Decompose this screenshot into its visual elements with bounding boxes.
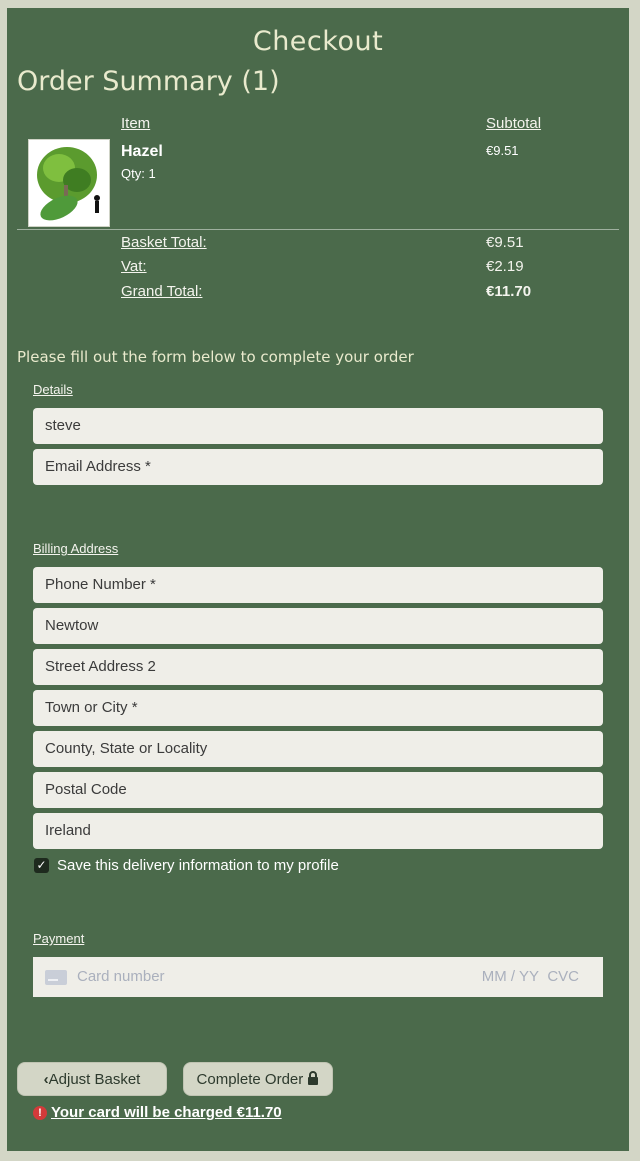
- charge-warning: ! Your card will be charged €11.70: [33, 1104, 282, 1121]
- order-summary-title: Order Summary (1): [17, 66, 280, 97]
- adjust-basket-label: Adjust Basket: [48, 1071, 141, 1088]
- full-name-field[interactable]: steve: [33, 408, 603, 444]
- product-image-hazel[interactable]: [28, 139, 110, 227]
- basket-total-label: Basket Total:: [121, 234, 207, 251]
- country-field[interactable]: Ireland: [33, 813, 603, 849]
- card-number-placeholder: Card number: [77, 968, 165, 985]
- page-title: Checkout: [252, 26, 384, 57]
- details-section-label: Details: [33, 382, 73, 397]
- county-field[interactable]: County, State or Locality: [33, 731, 603, 767]
- item-column-header: Item: [121, 115, 151, 132]
- checkmark-icon: ✓: [36, 858, 47, 872]
- town-city-field[interactable]: Town or City *: [33, 690, 603, 726]
- form-instructions: Please fill out the form below to comple…: [17, 348, 414, 366]
- item-subtotal: €9.51: [486, 143, 519, 158]
- adjust-basket-button[interactable]: ‹Adjust Basket: [17, 1062, 167, 1096]
- grand-total-value: €11.70: [486, 283, 532, 300]
- save-info-label[interactable]: Save this delivery information to my pro…: [57, 857, 339, 874]
- vat-label: Vat:: [121, 258, 147, 275]
- item-name: Hazel: [121, 143, 163, 160]
- item-qty: Qty: 1: [121, 166, 156, 181]
- save-info-checkbox[interactable]: ✓: [34, 858, 49, 873]
- payment-section-label: Payment: [33, 931, 85, 946]
- basket-total-value: €9.51: [486, 234, 524, 251]
- card-expiry-placeholder: MM / YY: [481, 968, 539, 985]
- charge-warning-text: Your card will be charged €11.70: [51, 1104, 282, 1121]
- exclamation-circle-icon: !: [33, 1106, 47, 1121]
- street-address-2-field[interactable]: Street Address 2: [33, 649, 603, 685]
- street-address-1-field[interactable]: Newtow: [33, 608, 603, 644]
- billing-section-label: Billing Address: [33, 541, 119, 556]
- complete-order-button[interactable]: Complete Order: [183, 1062, 333, 1096]
- complete-order-label: Complete Order: [196, 1071, 304, 1088]
- email-field[interactable]: Email Address *: [33, 449, 603, 485]
- summary-divider: [17, 229, 619, 230]
- grand-total-label: Grand Total:: [121, 283, 203, 300]
- postal-code-field[interactable]: Postal Code: [33, 772, 603, 808]
- card-cvc-placeholder: CVC: [547, 968, 579, 985]
- card-input[interactable]: Card number MM / YY CVC: [33, 957, 603, 997]
- subtotal-column-header: Subtotal: [486, 115, 542, 132]
- vat-value: €2.19: [486, 258, 524, 275]
- credit-card-icon: [45, 969, 67, 985]
- lock-icon: [308, 1071, 319, 1085]
- checkout-panel: Checkout Order Summary (1) Item Subtotal…: [7, 8, 629, 1151]
- phone-field[interactable]: Phone Number *: [33, 567, 603, 603]
- card-expiry-cvc[interactable]: MM / YY CVC: [482, 957, 579, 997]
